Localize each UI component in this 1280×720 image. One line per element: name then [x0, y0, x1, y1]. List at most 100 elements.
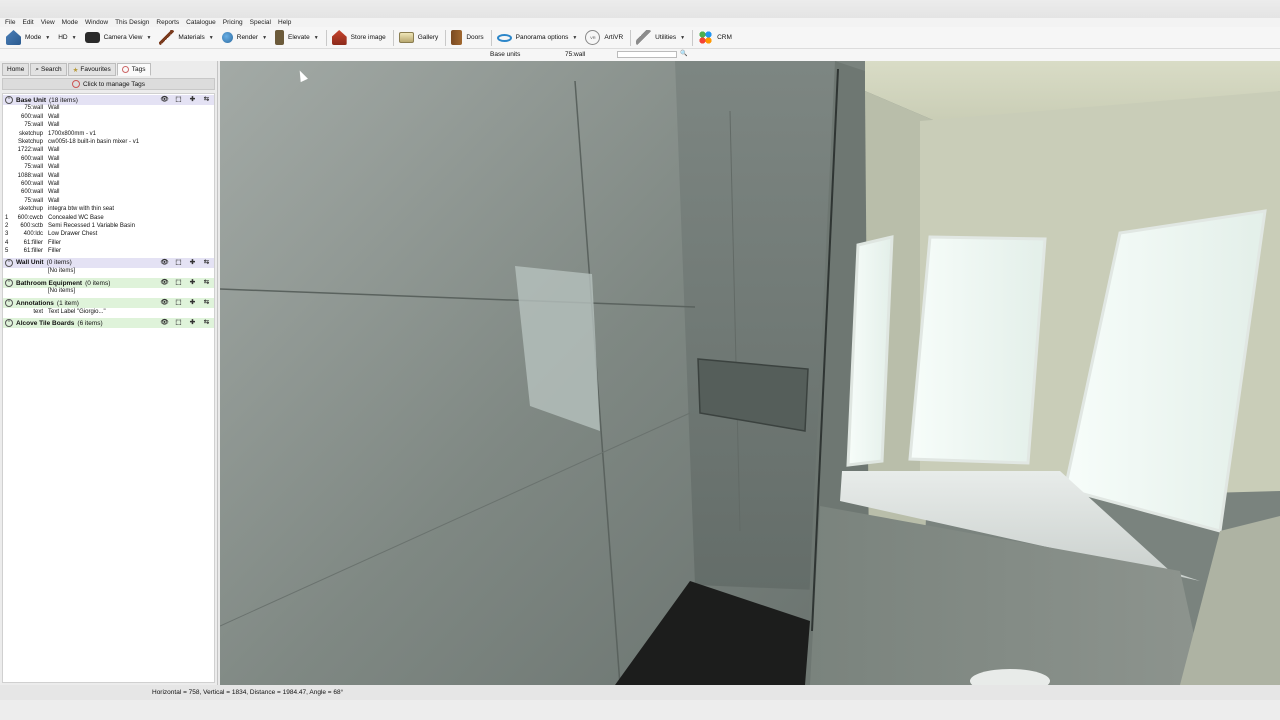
tree-row[interactable]: 1 600:cwcb Concealed WC Base: [3, 215, 214, 223]
tree-row[interactable]: sketchup 1700x800mm - v1: [3, 131, 214, 139]
add-select-icon[interactable]: ✚: [187, 299, 198, 307]
tree-row[interactable]: 1722:wall Wall: [3, 147, 214, 155]
collapse-toggle-icon[interactable]: ⌃: [5, 299, 13, 308]
panorama-options-label: Panorama options: [515, 34, 569, 41]
add-select-icon[interactable]: ✚: [187, 96, 198, 104]
bathroom-render: [220, 61, 1280, 685]
menu-help[interactable]: Help: [278, 19, 291, 26]
filter-icon[interactable]: ⇆: [201, 279, 212, 287]
gallery-button[interactable]: Gallery: [396, 28, 442, 48]
collapse-toggle-icon[interactable]: ⌃: [5, 258, 13, 267]
chevron-down-icon: ▼: [313, 34, 319, 41]
tab-favourites[interactable]: ★ Favourites: [67, 63, 116, 76]
menu-reports[interactable]: Reports: [156, 19, 179, 26]
tree-row[interactable]: 1088:wall Wall: [3, 173, 214, 181]
tab-tags[interactable]: Tags: [116, 63, 151, 76]
store-image-icon: [331, 30, 347, 45]
group-title: Base Unit: [16, 96, 46, 104]
base-units-label: Base units: [490, 51, 521, 58]
tree-row[interactable]: 600:wall Wall: [3, 181, 214, 189]
menu-catalogue[interactable]: Catalogue: [186, 19, 216, 26]
eye-icon[interactable]: 👁: [159, 299, 170, 307]
doors-button[interactable]: Doors: [448, 28, 486, 48]
select-icon[interactable]: ⬚: [173, 319, 184, 327]
chevron-down-icon: ▼: [146, 34, 152, 41]
group-header-wall-unit[interactable]: ⌃ Wall Unit (0 items) 👁 ⬚ ✚ ⇆: [3, 257, 214, 268]
camera-view-button[interactable]: Camera View ▼: [82, 28, 155, 48]
artivr-button[interactable]: VR ArtiVR: [582, 28, 626, 48]
tab-home[interactable]: Home: [2, 63, 30, 76]
tag-icon: [121, 66, 129, 73]
tree-row[interactable]: 75:wall Wall: [3, 105, 214, 113]
tree-row[interactable]: sketchup integra btw with thin seat: [3, 206, 214, 214]
tree-row[interactable]: 4 61:filler Filler: [3, 240, 214, 248]
hd-button[interactable]: HD ▼: [55, 28, 79, 48]
eye-icon[interactable]: 👁: [159, 96, 170, 104]
elevate-button[interactable]: Elevate ▼: [272, 28, 322, 48]
wrench-icon: [636, 30, 652, 45]
mode-label: Mode: [25, 34, 42, 41]
tree-row[interactable]: 600:wall Wall: [3, 189, 214, 197]
render-icon: [221, 32, 233, 43]
menu-view[interactable]: View: [41, 19, 55, 26]
menu-pricing[interactable]: Pricing: [223, 19, 243, 26]
eye-icon[interactable]: 👁: [159, 279, 170, 287]
collapse-toggle-icon[interactable]: ⌃: [5, 96, 13, 104]
base-units-search-input[interactable]: [617, 51, 677, 58]
materials-button[interactable]: Materials ▼: [156, 28, 216, 48]
row-description: Wall: [48, 172, 60, 179]
eye-icon[interactable]: 👁: [159, 319, 170, 327]
utilities-button[interactable]: Utilities ▼: [633, 28, 688, 48]
add-select-icon[interactable]: ✚: [187, 279, 198, 287]
render-button[interactable]: Render ▼: [219, 28, 270, 48]
add-select-icon[interactable]: ✚: [187, 259, 198, 267]
manage-tags-button[interactable]: Click to manage Tags: [2, 78, 215, 90]
search-icon[interactable]: 🔍: [680, 50, 687, 57]
select-icon[interactable]: ⬚: [173, 279, 184, 287]
hd-label: HD: [58, 34, 68, 41]
tree-row[interactable]: 5 61:filler Filler: [3, 248, 214, 256]
3d-viewport[interactable]: [220, 61, 1280, 685]
tree-row[interactable]: 600:wall Wall: [3, 156, 214, 164]
add-select-icon[interactable]: ✚: [187, 319, 198, 327]
menu-edit[interactable]: Edit: [22, 19, 33, 26]
tree-row[interactable]: Sketchup cw005t-18 built-in basin mixer -…: [3, 139, 214, 147]
menu-file[interactable]: File: [5, 19, 15, 26]
tree-row[interactable]: 600:wall Wall: [3, 114, 214, 122]
store-image-button[interactable]: Store image: [329, 28, 389, 48]
filter-icon[interactable]: ⇆: [201, 259, 212, 267]
filter-icon[interactable]: ⇆: [201, 319, 212, 327]
doors-label: Doors: [466, 34, 484, 41]
tree-row[interactable]: 75:wall Wall: [3, 164, 214, 172]
panorama-options-button[interactable]: Panorama options ▼: [494, 28, 581, 48]
measurement-readout: Horizontal = 758, Vertical = 1834, Dista…: [152, 689, 344, 696]
row-code: 600:wall: [20, 181, 43, 187]
group-header-alcove-tile-boards[interactable]: ⌃ Alcove Tile Boards (6 items) 👁 ⬚ ✚ ⇆: [3, 318, 214, 329]
group-header-bathroom-equipment[interactable]: ⌃ Bathroom Equipment (0 items) 👁 ⬚ ✚ ⇆: [3, 278, 214, 288]
tree-row[interactable]: 3 400:ldc Low Drawer Chest: [3, 231, 214, 239]
group-header-base-unit[interactable]: ⌃ Base Unit (18 items) 👁 ⬚ ✚ ⇆: [3, 95, 214, 105]
eye-icon[interactable]: 👁: [159, 259, 170, 267]
tree-row[interactable]: 75:wall Wall: [3, 198, 214, 206]
menu-mode[interactable]: Mode: [62, 19, 78, 26]
tree-row[interactable]: 2 600:sctb Semi Recessed 1 Variable Basin: [3, 223, 214, 231]
menu-special[interactable]: Special: [250, 19, 271, 26]
collapse-toggle-icon[interactable]: ⌃: [5, 319, 13, 328]
menu-window[interactable]: Window: [85, 19, 108, 26]
star-icon: ★: [72, 67, 79, 74]
row-code: 1722:wall: [17, 147, 43, 154]
tree-row[interactable]: text Text Label "Giorgio...": [3, 309, 214, 317]
tab-search[interactable]: ⌕ Search: [30, 63, 67, 76]
collapse-toggle-icon[interactable]: ⌃: [5, 279, 13, 287]
select-icon[interactable]: ⬚: [173, 259, 184, 267]
select-icon[interactable]: ⬚: [173, 299, 184, 307]
menu-this-design[interactable]: This Design: [115, 19, 149, 26]
filter-icon[interactable]: ⇆: [201, 96, 212, 104]
base-units-value: 75:wall: [565, 51, 586, 58]
select-icon[interactable]: ⬚: [173, 96, 184, 104]
crm-button[interactable]: CRM: [695, 28, 735, 48]
tree-row[interactable]: 75:wall Wall: [3, 122, 214, 130]
filter-icon[interactable]: ⇆: [201, 299, 212, 307]
mode-button[interactable]: Mode ▼: [3, 28, 53, 48]
group-header-annotations[interactable]: ⌃ Annotations (1 item) 👁 ⬚ ✚ ⇆: [3, 298, 214, 309]
